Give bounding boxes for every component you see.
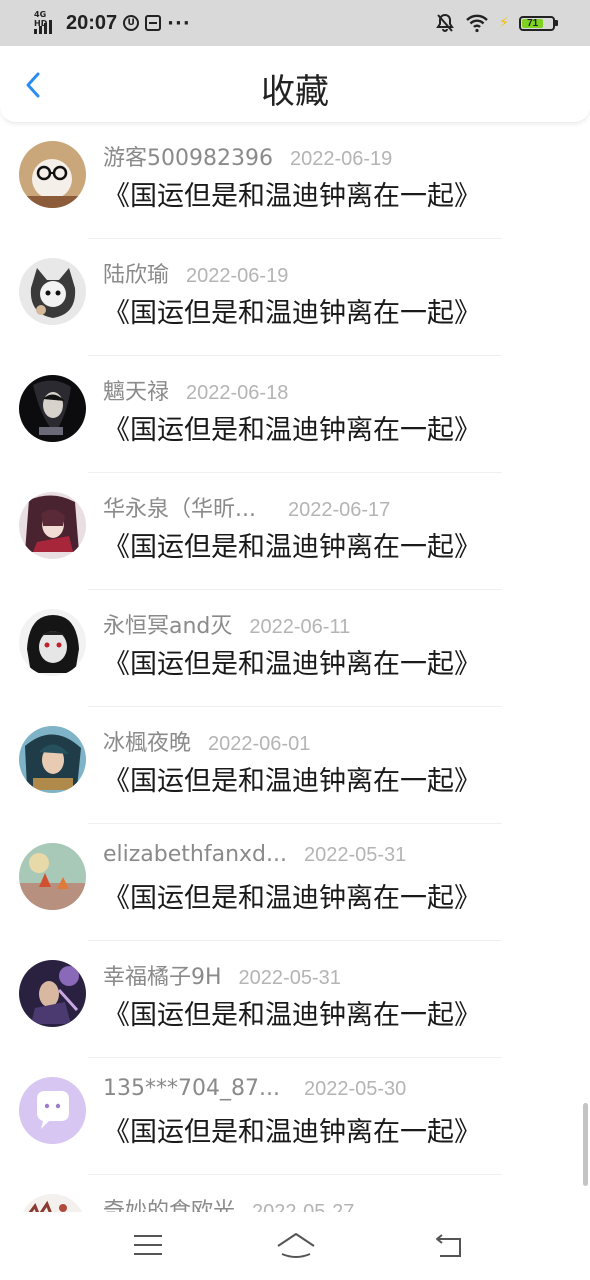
avatar[interactable] <box>19 1077 86 1144</box>
back-icon[interactable] <box>432 1230 466 1260</box>
work-title: 《国运但是和温迪钟离在一起》 <box>103 181 481 212</box>
list-item[interactable]: 华永泉（华昕... 2022-06-17 《国运但是和温迪钟离在一起》 <box>0 473 590 590</box>
circle-icon: U <box>123 15 140 31</box>
username: 陆欣瑜 <box>103 263 170 288</box>
app-header: 收藏 <box>0 46 590 123</box>
username: elizabethfanxd... <box>103 842 287 867</box>
avatar[interactable] <box>19 1194 86 1212</box>
avatar[interactable] <box>19 375 86 442</box>
list-item[interactable]: 陆欣瑜 2022-06-19 《国运但是和温迪钟离在一起》 <box>0 239 590 356</box>
date: 2022-05-31 <box>304 844 407 866</box>
work-title: 《国运但是和温迪钟离在一起》 <box>103 415 481 446</box>
page-title: 收藏 <box>261 72 329 112</box>
mute-bell-icon <box>436 13 455 32</box>
card-icon <box>145 15 162 31</box>
date: 2022-05-30 <box>303 1078 407 1100</box>
work-title: 《国运但是和温迪钟离在一起》 <box>103 532 481 563</box>
list-item[interactable]: 135***704_87... 2022-05-30 《国运但是和温迪钟离在一起… <box>0 1058 590 1175</box>
username: 永恒冥and灭 <box>103 614 233 639</box>
date: 2022-05-27 <box>252 1201 355 1212</box>
charging-icon: ⚡ <box>499 15 509 31</box>
home-icon[interactable] <box>276 1230 316 1260</box>
work-title: 《国运但是和温迪钟离在一起》 <box>103 1000 481 1031</box>
avatar[interactable] <box>19 726 86 793</box>
work-title: 《国运但是和温迪钟离在一起》 <box>103 298 481 329</box>
username: 135***704_87... <box>103 1076 280 1101</box>
username: 魑天禄 <box>103 380 170 405</box>
username: 奇妙的食欧光 <box>103 1199 236 1212</box>
work-title: 《国运但是和温迪钟离在一起》 <box>103 766 481 797</box>
date: 2022-06-18 <box>186 382 289 404</box>
status-bar: 4G HD 20:07 U ··· ⚡ 71 <box>0 0 590 46</box>
scrollbar[interactable] <box>583 1103 588 1186</box>
username: 幸福橘子9H <box>103 965 222 990</box>
list-item[interactable]: 幸福橘子9H 2022-05-31 《国运但是和温迪钟离在一起》 <box>0 941 590 1058</box>
list-item[interactable]: elizabethfanxd... 2022-05-31 《国运但是和温迪钟离在… <box>0 824 590 941</box>
avatar[interactable] <box>19 843 86 910</box>
date: 2022-05-31 <box>238 967 341 989</box>
avatar[interactable] <box>19 609 86 676</box>
list-item[interactable]: 永恒冥and灭 2022-06-11 《国运但是和温迪钟离在一起》 <box>0 590 590 707</box>
favorites-list[interactable]: 游客500982396 2022-06-19 《国运但是和温迪钟离在一起》 陆欣… <box>0 122 590 1212</box>
battery-icon: 71 <box>519 15 558 31</box>
avatar[interactable] <box>19 960 86 1027</box>
date: 2022-06-19 <box>186 265 289 287</box>
date: 2022-06-01 <box>208 733 311 755</box>
date: 2022-06-17 <box>287 499 391 521</box>
more-status-icon: ··· <box>167 12 191 34</box>
work-title: 《国运但是和温迪钟离在一起》 <box>103 649 481 680</box>
avatar[interactable] <box>19 258 86 325</box>
date: 2022-06-11 <box>249 616 351 638</box>
clock: 20:07 <box>66 11 118 34</box>
signal-icon: 4G HD <box>34 10 60 34</box>
date: 2022-06-19 <box>289 148 393 170</box>
list-item[interactable]: 游客500982396 2022-06-19 《国运但是和温迪钟离在一起》 <box>0 122 590 239</box>
username: 冰楓夜晚 <box>103 731 192 756</box>
system-nav-bar <box>0 1212 590 1280</box>
username: 华永泉（华昕... <box>103 497 256 522</box>
menu-icon[interactable] <box>131 1230 165 1260</box>
work-title: 《国运但是和温迪钟离在一起》 <box>103 883 481 914</box>
work-title: 《国运但是和温迪钟离在一起》 <box>103 1117 481 1148</box>
battery-level: 71 <box>522 18 544 28</box>
list-item[interactable]: 奇妙的食欧光 2022-05-27 <box>0 1175 590 1212</box>
avatar[interactable] <box>19 492 86 559</box>
avatar[interactable] <box>19 141 86 208</box>
list-item[interactable]: 魑天禄 2022-06-18 《国运但是和温迪钟离在一起》 <box>0 356 590 473</box>
list-item[interactable]: 冰楓夜晚 2022-06-01 《国运但是和温迪钟离在一起》 <box>0 707 590 824</box>
wifi-icon <box>466 14 489 33</box>
username: 游客500982396 <box>103 146 273 171</box>
